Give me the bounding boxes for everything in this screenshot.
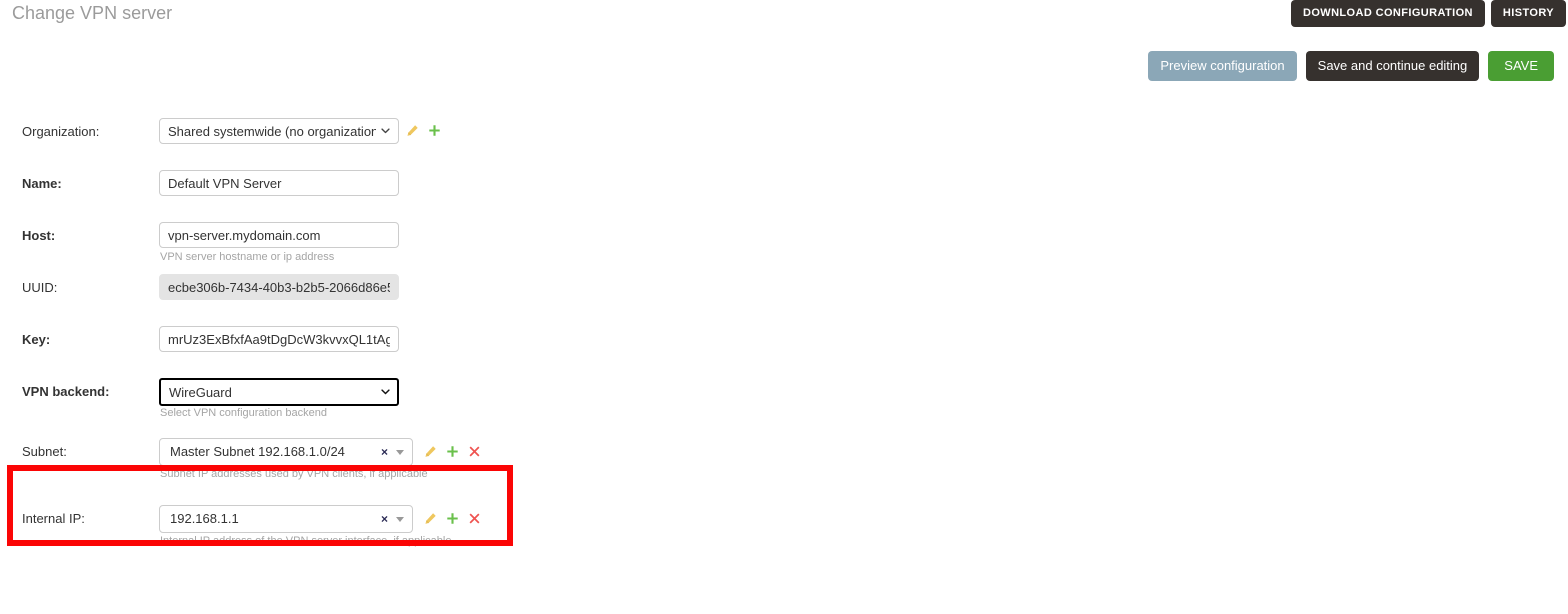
form-row-subnet: Subnet: Master Subnet 192.168.1.0/24 × S… [0, 424, 1568, 495]
preview-configuration-button[interactable]: Preview configuration [1148, 51, 1297, 81]
internal-ip-select2[interactable]: 192.168.1.1 × [159, 505, 413, 533]
submit-row: Preview configuration Save and continue … [1148, 51, 1554, 81]
history-button[interactable]: HISTORY [1490, 0, 1566, 27]
organization-related-widgets [406, 124, 441, 137]
host-field [159, 222, 399, 248]
plus-icon[interactable] [446, 445, 459, 458]
vpn-backend-select[interactable]: WireGuard [159, 378, 399, 406]
organization-select[interactable]: Shared systemwide (no organization) [159, 118, 399, 144]
subnet-help-text: Subnet IP addresses used by VPN clients,… [160, 468, 428, 480]
subnet-field: Master Subnet 192.168.1.0/24 × [159, 438, 413, 466]
vpn-backend-help-text: Select VPN configuration backend [160, 407, 327, 419]
subnet-select2[interactable]: Master Subnet 192.168.1.0/24 × [159, 438, 413, 466]
vpn-backend-field: WireGuard [159, 378, 399, 406]
form-row-vpn-backend: VPN backend: WireGuard Select VPN config… [0, 372, 1568, 424]
page-title: Change VPN server [12, 3, 173, 23]
chevron-down-icon[interactable] [396, 517, 404, 522]
name-field [159, 170, 399, 196]
header-tools: DOWNLOAD CONFIGURATION HISTORY [1290, 0, 1566, 27]
save-and-continue-editing-button[interactable]: Save and continue editing [1305, 51, 1480, 81]
host-help-text: VPN server hostname or ip address [160, 251, 335, 263]
key-field [159, 326, 399, 352]
form-row-host: Host: VPN server hostname or ip address [0, 216, 1568, 268]
form-row-name: Name: [0, 164, 1568, 216]
subnet-clear-icon[interactable]: × [381, 439, 388, 465]
internal-ip-help-text: Internal IP address of the VPN server in… [160, 535, 452, 547]
chevron-down-icon[interactable] [396, 450, 404, 455]
form-row-key: Key: [0, 320, 1568, 372]
organization-label: Organization: [22, 124, 100, 139]
internal-ip-label: Internal IP: [22, 511, 85, 526]
uuid-label: UUID: [22, 280, 58, 295]
internal-ip-selected-value: 192.168.1.1 [170, 511, 239, 526]
host-label: Host: [22, 228, 56, 243]
name-label: Name: [22, 176, 62, 191]
vpn-server-form: Organization: Shared systemwide (no orga… [0, 112, 1568, 551]
pencil-icon[interactable] [424, 512, 437, 525]
host-input[interactable] [159, 222, 399, 248]
form-row-uuid: UUID: [0, 268, 1568, 320]
form-row-internal-ip: Internal IP: 192.168.1.1 × Internal IP a… [0, 495, 1568, 551]
subnet-label: Subnet: [22, 444, 67, 459]
uuid-input [159, 274, 399, 300]
vpn-backend-label: VPN backend: [22, 384, 110, 399]
download-configuration-button[interactable]: DOWNLOAD CONFIGURATION [1290, 0, 1485, 27]
pencil-icon[interactable] [406, 124, 419, 137]
organization-field: Shared systemwide (no organization) [159, 118, 399, 144]
internal-ip-field: 192.168.1.1 × [159, 505, 413, 533]
key-label: Key: [22, 332, 51, 347]
subnet-related-widgets [424, 445, 481, 458]
save-button[interactable]: SAVE [1488, 51, 1554, 81]
subnet-selected-value: Master Subnet 192.168.1.0/24 [170, 444, 345, 459]
pencil-icon[interactable] [424, 445, 437, 458]
form-row-organization: Organization: Shared systemwide (no orga… [0, 112, 1568, 164]
internal-ip-related-widgets [424, 512, 481, 525]
uuid-field [159, 274, 399, 300]
key-input[interactable] [159, 326, 399, 352]
plus-icon[interactable] [428, 124, 441, 137]
delete-icon[interactable] [468, 445, 481, 458]
name-input[interactable] [159, 170, 399, 196]
delete-icon[interactable] [468, 512, 481, 525]
internal-ip-clear-icon[interactable]: × [381, 506, 388, 532]
plus-icon[interactable] [446, 512, 459, 525]
